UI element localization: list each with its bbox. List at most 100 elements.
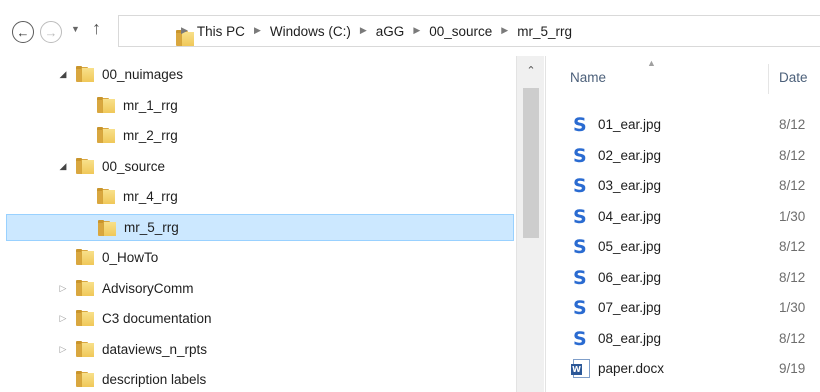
tree-item[interactable]: mr_5_rrg bbox=[6, 213, 514, 241]
tree-item-label: mr_5_rrg bbox=[124, 219, 179, 235]
expand-arrow-icon[interactable]: ▷ bbox=[58, 344, 68, 355]
file-row[interactable]: S 05_ear.jpg 8/12 bbox=[546, 235, 820, 259]
breadcrumb-item[interactable]: Windows (C:) bbox=[270, 24, 351, 39]
chevron-right-icon[interactable]: ▶ bbox=[181, 25, 188, 36]
file-row[interactable]: S 04_ear.jpg 1/30 bbox=[546, 205, 820, 229]
column-name-header[interactable]: Name bbox=[570, 70, 606, 85]
tree-item[interactable]: description labels bbox=[0, 366, 516, 392]
forward-arrow-icon: → bbox=[44, 24, 58, 40]
tree-item[interactable]: ◢ 00_nuimages bbox=[0, 61, 516, 88]
tree-item-label: mr_4_rrg bbox=[123, 189, 178, 204]
chevron-right-icon[interactable]: ▶ bbox=[501, 25, 508, 36]
folder-icon bbox=[98, 219, 116, 236]
folder-icon bbox=[97, 188, 115, 204]
column-divider[interactable] bbox=[768, 64, 769, 94]
up-button[interactable]: ↑ bbox=[92, 19, 101, 37]
file-name: 02_ear.jpg bbox=[598, 147, 662, 163]
file-name: paper.docx bbox=[598, 361, 665, 376]
breadcrumb-item[interactable]: aGG bbox=[376, 24, 405, 39]
image-file-icon: S bbox=[573, 175, 587, 197]
sort-ascending-icon: ▲ bbox=[647, 58, 656, 68]
column-header: Name ▲ Date bbox=[546, 56, 820, 100]
file-name: 05_ear.jpg bbox=[598, 239, 662, 254]
navigation-scrollbar[interactable]: ⌃ bbox=[516, 56, 544, 392]
chevron-right-icon[interactable]: ▶ bbox=[360, 25, 367, 36]
scroll-up-icon[interactable]: ⌃ bbox=[517, 64, 545, 77]
folder-icon bbox=[76, 249, 94, 265]
back-arrow-icon: ← bbox=[16, 24, 30, 40]
tree-item[interactable]: mr_4_rrg bbox=[0, 183, 516, 210]
tree-item-label: description labels bbox=[102, 372, 207, 387]
up-arrow-icon: ↑ bbox=[92, 18, 101, 38]
file-row[interactable]: S 07_ear.jpg 1/30 bbox=[546, 296, 820, 320]
file-name: 06_ear.jpg bbox=[598, 269, 662, 285]
image-file-icon: S bbox=[573, 327, 587, 350]
file-name: 01_ear.jpg bbox=[598, 117, 662, 132]
file-date: 8/12 bbox=[779, 239, 806, 254]
file-row[interactable]: S 08_ear.jpg 8/12 bbox=[546, 327, 820, 351]
file-row[interactable]: S 06_ear.jpg 8/12 bbox=[546, 266, 820, 290]
recent-locations-button[interactable]: ▼ bbox=[71, 24, 80, 34]
tree-item-label: C3 documentation bbox=[102, 311, 212, 326]
tree-item[interactable]: mr_1_rrg bbox=[0, 92, 516, 119]
file-date: 8/12 bbox=[779, 147, 806, 163]
folder-icon bbox=[76, 279, 94, 296]
file-name: 08_ear.jpg bbox=[598, 330, 662, 346]
collapse-arrow-icon[interactable]: ◢ bbox=[58, 161, 68, 172]
image-file-icon: S bbox=[573, 266, 587, 289]
tree-item-label: mr_2_rrg bbox=[123, 128, 178, 143]
file-date: 1/30 bbox=[779, 300, 806, 315]
tree-item-label: AdvisoryComm bbox=[102, 280, 194, 296]
expand-arrow-icon[interactable]: ▷ bbox=[58, 283, 68, 294]
chevron-down-icon: ▼ bbox=[71, 24, 80, 34]
file-row[interactable]: S 02_ear.jpg 8/12 bbox=[546, 144, 820, 168]
file-name: 03_ear.jpg bbox=[598, 178, 662, 193]
scrollbar-thumb[interactable] bbox=[523, 88, 539, 238]
image-file-icon: S bbox=[573, 114, 587, 136]
word-doc-icon: W bbox=[571, 359, 590, 379]
file-date: 1/30 bbox=[779, 208, 806, 224]
breadcrumb-item[interactable]: 00_source bbox=[429, 24, 492, 39]
folder-icon bbox=[76, 157, 94, 174]
chevron-right-icon[interactable]: ▶ bbox=[413, 25, 420, 36]
image-file-icon: S bbox=[573, 297, 587, 319]
tree-item[interactable]: mr_2_rrg bbox=[0, 122, 516, 149]
tree-item[interactable]: 0_HowTo bbox=[0, 244, 516, 271]
image-file-icon: S bbox=[573, 205, 587, 228]
tree-item[interactable]: ▷ C3 documentation bbox=[0, 305, 516, 332]
tree-item[interactable]: ▷ dataviews_n_rpts bbox=[0, 336, 516, 363]
folder-icon bbox=[76, 66, 94, 82]
breadcrumb-item[interactable]: mr_5_rrg bbox=[517, 24, 572, 39]
tree-item[interactable]: ▷ AdvisoryComm bbox=[0, 275, 516, 302]
image-file-icon: S bbox=[573, 144, 587, 167]
chevron-right-icon[interactable]: ▶ bbox=[254, 25, 261, 36]
column-date-header[interactable]: Date bbox=[779, 70, 808, 85]
collapse-arrow-icon[interactable]: ◢ bbox=[58, 69, 68, 80]
file-name: 07_ear.jpg bbox=[598, 300, 662, 315]
expand-arrow-icon[interactable]: ▷ bbox=[58, 313, 68, 324]
address-toolbar: ← → ▼ ↑ ▶ This PC ▶ Windows (C:) ▶ aGG ▶ 00_sou… bbox=[0, 0, 820, 56]
file-row[interactable]: S 01_ear.jpg 8/12 bbox=[546, 113, 820, 137]
file-date: 9/19 bbox=[779, 361, 806, 376]
back-button[interactable]: ← bbox=[12, 21, 34, 43]
navigation-pane: ◢ 00_nuimages mr_1_rrg mr_2_rrg ◢ 00_sourcemr… bbox=[0, 56, 516, 392]
file-date: 8/12 bbox=[779, 269, 806, 285]
tree-item-label: mr_1_rrg bbox=[123, 97, 178, 113]
file-list-pane: Name ▲ Date S 01_ear.jpg 8/12 S 02_ear.jpg 8/… bbox=[545, 56, 820, 392]
tree-item-label: dataviews_n_rpts bbox=[102, 341, 208, 357]
file-row[interactable]: Wpaper.docx 9/19 bbox=[546, 357, 820, 381]
tree-item[interactable]: ◢ 00_source bbox=[0, 153, 516, 180]
tree-item-label: 00_nuimages bbox=[102, 67, 184, 82]
file-name: 04_ear.jpg bbox=[598, 208, 662, 224]
breadcrumb-item[interactable]: This PC bbox=[197, 24, 245, 39]
file-row[interactable]: S 03_ear.jpg 8/12 bbox=[546, 174, 820, 198]
image-file-icon: S bbox=[573, 236, 587, 258]
folder-icon bbox=[97, 127, 115, 143]
folder-icon bbox=[76, 371, 94, 387]
address-bar[interactable]: ▶ This PC ▶ Windows (C:) ▶ aGG ▶ 00_source ▶ mr_5… bbox=[118, 15, 820, 47]
folder-icon bbox=[76, 340, 94, 357]
tree-item-label: 00_source bbox=[102, 158, 166, 174]
forward-button[interactable]: → bbox=[40, 21, 62, 43]
file-date: 8/12 bbox=[779, 330, 806, 346]
folder-icon bbox=[76, 310, 94, 326]
